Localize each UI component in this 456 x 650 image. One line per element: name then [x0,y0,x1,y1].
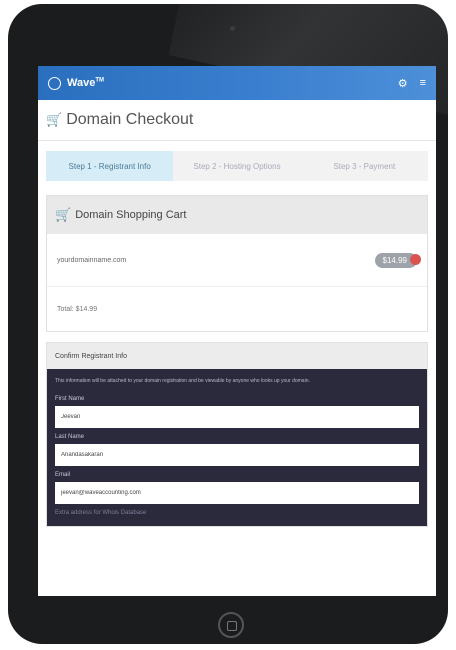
email-field[interactable] [55,482,419,504]
shopping-cart-panel: 🛒 Domain Shopping Cart yourdomainname.co… [46,195,428,332]
first-name-field[interactable] [55,406,419,428]
tablet-device: WaveTM ⚙ ≡ 🛒 Domain Checkout Step 1 - Re… [8,4,448,644]
step-hosting-options[interactable]: Step 2 - Hosting Options [173,151,300,181]
settings-icon[interactable]: ⚙ [398,77,408,90]
step-payment[interactable]: Step 3 - Payment [301,151,428,181]
cart-total: Total: $14.99 [57,305,98,313]
brand-name[interactable]: WaveTM [67,77,104,89]
step-registrant-info[interactable]: Step 1 - Registrant Info [46,151,174,181]
cart-domain-name: yourdomainname.com [57,256,127,264]
registrant-panel: Confirm Registrant Info This information… [46,342,428,527]
cart-item-row: yourdomainname.com $14.99 [47,234,427,287]
wave-logo-icon[interactable] [48,76,61,90]
cart-heading: Domain Shopping Cart [75,209,187,221]
home-button[interactable] [218,612,244,638]
last-name-label: Last Name [55,434,85,440]
price-value: $14.99 [382,255,407,265]
registrant-heading: Confirm Registrant Info [47,343,427,369]
remove-item-icon[interactable] [410,253,421,265]
first-name-label: First Name [55,396,85,402]
front-camera [230,26,235,31]
page-header: 🛒 Domain Checkout [38,100,436,141]
registrant-notice: This information will be attached to you… [55,378,310,384]
cart-icon: 🛒 [46,112,63,127]
extra-address-label: Extra address for Whois Database [55,510,147,516]
checkout-steps: Step 1 - Registrant Info Step 2 - Hostin… [46,151,428,181]
cart-panel-header: 🛒 Domain Shopping Cart [47,196,427,234]
top-navbar: WaveTM ⚙ ≡ [38,66,436,100]
menu-icon[interactable]: ≡ [420,77,426,90]
cart-icon: 🛒 [55,207,72,222]
app-screen: WaveTM ⚙ ≡ 🛒 Domain Checkout Step 1 - Re… [38,66,436,596]
price-badge: $14.99 [374,252,421,268]
registrant-form: This information will be attached to you… [47,369,427,526]
home-square-icon [227,621,237,631]
email-label: Email [55,472,71,478]
page-title: Domain Checkout [66,111,194,128]
last-name-field[interactable] [55,444,419,466]
